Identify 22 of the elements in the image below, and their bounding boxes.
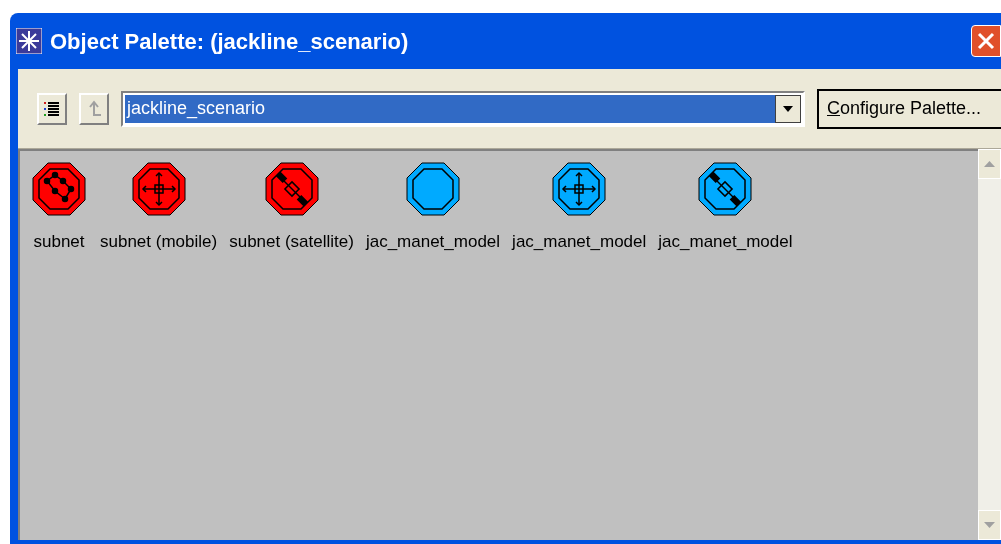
object-label: jac_manet_model	[365, 231, 501, 253]
up-button[interactable]	[79, 92, 109, 125]
object-label: jac_manet_model	[658, 231, 793, 253]
object-label: subnet (mobile)	[100, 231, 218, 253]
list-icon	[44, 99, 60, 118]
object-label: jac_manet_model	[512, 231, 647, 253]
window-title: Object Palette: (jackline_scenario)	[50, 27, 410, 56]
scroll-down-icon[interactable]	[978, 510, 1001, 540]
close-button[interactable]	[971, 25, 1001, 57]
list-view-button[interactable]	[37, 92, 67, 125]
object-label: subnet (satellite)	[229, 231, 354, 253]
star-icon	[16, 28, 42, 54]
up-arrow-icon	[86, 99, 102, 118]
configure-palette-button[interactable]: Configure Palette...	[817, 88, 1001, 129]
object-label: subnet	[33, 231, 85, 253]
close-icon	[976, 31, 996, 51]
scrollbar[interactable]	[978, 149, 1001, 540]
dropdown-arrow-button[interactable]	[775, 94, 801, 123]
scroll-up-icon[interactable]	[978, 149, 1001, 179]
palette-dropdown[interactable]: jackline_scenario	[121, 90, 805, 127]
dropdown-value: jackline_scenario	[125, 94, 775, 123]
caret-icon	[783, 105, 793, 112]
